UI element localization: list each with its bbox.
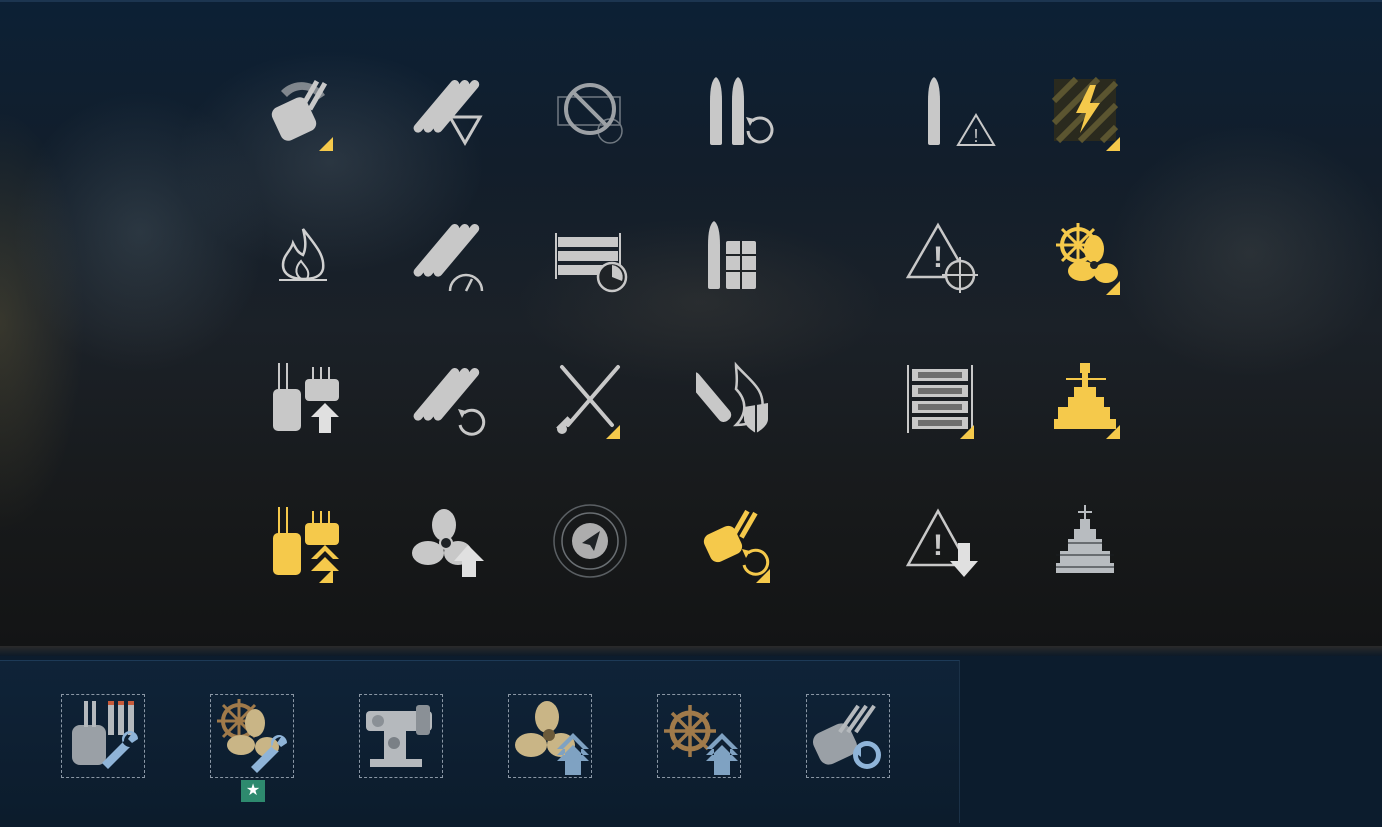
launcher-timer-icon[interactable] (550, 215, 630, 295)
crossed-swords-icon[interactable] (550, 359, 630, 439)
turret-traverse-icon[interactable] (263, 71, 343, 151)
svg-text:!: ! (933, 241, 943, 274)
propeller-upgrade-icon[interactable] (406, 503, 486, 583)
secondary-double-upgrade-icon[interactable] (263, 503, 343, 583)
warning-down-icon[interactable]: ! (904, 503, 984, 583)
shell-warning-icon[interactable]: ! (918, 71, 998, 151)
launcher-stack-icon[interactable] (904, 359, 984, 439)
steering-repair-upgrade-slot[interactable] (210, 694, 294, 778)
torpedo-reload-icon[interactable] (406, 359, 486, 439)
rangefinder-upgrade-slot[interactable] (359, 694, 443, 778)
disabled-launcher-icon[interactable] (550, 71, 630, 151)
modifiers-background (0, 0, 1382, 648)
fire-shield-icon[interactable] (696, 359, 776, 439)
propulsion-upgrade-icon (515, 701, 589, 775)
steering-gear-upgrade-slot[interactable] (657, 694, 741, 778)
turret-rotate-icon[interactable] (700, 503, 780, 583)
steering-gear-upgrade-icon (664, 705, 738, 775)
shell-ammo-icon[interactable] (700, 215, 780, 295)
turret-repair-upgrade-icon (72, 701, 138, 769)
turret-repair-upgrade-slot[interactable] (61, 694, 145, 778)
turret-reload-upgrade-icon (812, 704, 881, 769)
rangefinder-upgrade-icon (366, 705, 432, 767)
torpedo-speed-icon[interactable] (406, 215, 486, 295)
steering-propeller-icon[interactable] (1050, 215, 1130, 295)
fire-icon[interactable] (263, 215, 343, 295)
special-upgrade-badge: ★ (241, 780, 265, 802)
svg-text:!: ! (933, 529, 943, 562)
shell-reload-icon[interactable] (700, 71, 780, 151)
torpedo-detection-icon[interactable] (406, 71, 486, 151)
radar-compass-icon[interactable] (550, 503, 630, 583)
secondary-upgrade-icon[interactable] (263, 359, 343, 439)
propulsion-upgrade-slot[interactable] (508, 694, 592, 778)
warning-crosshair-icon[interactable]: ! (904, 215, 984, 295)
steering-repair-upgrade-icon (217, 699, 287, 773)
svg-text:!: ! (973, 126, 978, 146)
ship-superstructure-icon[interactable] (1050, 359, 1130, 439)
turret-reload-upgrade-slot[interactable] (806, 694, 890, 778)
ship-silhouette-icon[interactable] (1046, 503, 1126, 583)
panel-divider (0, 646, 1382, 656)
electric-hazard-icon[interactable] (1050, 71, 1130, 151)
